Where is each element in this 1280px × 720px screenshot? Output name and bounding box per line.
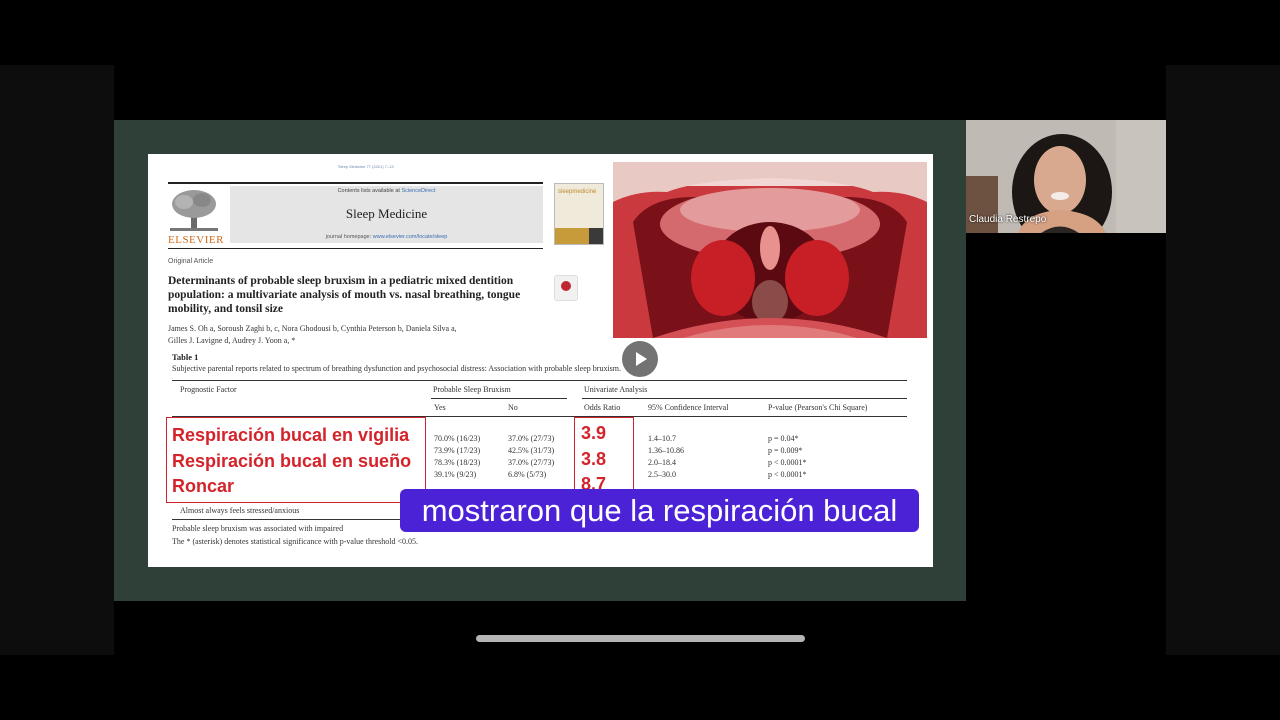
header-yes: Yes <box>434 403 446 412</box>
journal-banner: Contents lists available at ScienceDirec… <box>230 186 543 243</box>
highlight-odds-ratio: 3.9 <box>581 423 607 443</box>
contents-line: Contents lists available at ScienceDirec… <box>230 188 543 194</box>
left-letterbox <box>0 65 114 655</box>
highlight-label: Respiración bucal en sueño <box>172 451 412 471</box>
table-footnote: Probable sleep bruxism was associated wi… <box>172 524 344 533</box>
journal-reference: Sleep Medicine 77 (2021) 7–13 <box>338 164 394 169</box>
authors-line-2: Gilles J. Lavigne d, Audrey J. Yoon a, * <box>168 336 296 345</box>
table-footnote: The * (asterisk) denotes statistical sig… <box>172 537 418 546</box>
table-cell-ci: 2.5–30.0 <box>648 470 676 479</box>
table-top-rule <box>172 380 907 381</box>
play-icon <box>636 352 647 366</box>
table-caption: Subjective parental reports related to s… <box>172 364 622 373</box>
table-cell-p: p = 0.009* <box>768 446 803 455</box>
table-cell-no: 37.0% (27/73) <box>508 458 555 467</box>
table-cell-yes: 78.3% (18/23) <box>434 458 481 467</box>
contents-prefix: Contents lists available at <box>337 188 402 194</box>
table-cell-p: p < 0.0001* <box>768 470 807 479</box>
table-cell-p: p = 0.04* <box>768 434 799 443</box>
throat-photo <box>613 162 927 338</box>
table-cell-yes: 70.0% (16/23) <box>434 434 481 443</box>
journal-cover-thumbnail: sleepmedicine <box>554 183 604 245</box>
highlight-odds-ratio: 3.8 <box>581 449 607 469</box>
header-rule-bottom <box>168 248 543 249</box>
cover-title: sleepmedicine <box>558 189 597 195</box>
play-button[interactable] <box>622 341 658 377</box>
highlight-label: Roncar <box>172 476 235 496</box>
sciencedirect-link[interactable]: ScienceDirect <box>401 188 435 194</box>
header-odds-ratio: Odds Ratio <box>584 403 621 412</box>
table-number: Table 1 <box>172 352 199 362</box>
header-no: No <box>508 403 518 412</box>
homepage-prefix: journal homepage: <box>325 234 373 240</box>
subtitle-caption: mostraron que la respiración bucal <box>400 489 919 532</box>
table-row-label: Almost always feels stressed/anxious <box>180 506 300 515</box>
highlight-label: Respiración bucal en vigilia <box>172 425 410 445</box>
header-confidence-interval: 95% Confidence Interval <box>648 403 729 412</box>
home-indicator-bar[interactable] <box>476 635 805 642</box>
table-cell-ci: 1.4–10.7 <box>648 434 676 443</box>
table-cell-ci: 1.36–10.86 <box>648 446 684 455</box>
table-cell-p: p < 0.0001* <box>768 458 807 467</box>
analysis-rule <box>582 398 907 399</box>
header-probable-sleep-bruxism: Probable Sleep Bruxism <box>433 385 511 394</box>
authors-line-1: James S. Oh a, Soroush Zaghi b, c, Nora … <box>168 324 457 333</box>
article-type: Original Article <box>168 258 214 265</box>
article-title: Determinants of probable sleep bruxism i… <box>168 275 521 315</box>
homepage-line: journal homepage: www.elsevier.com/locat… <box>230 234 543 240</box>
table-cell-no: 37.0% (27/73) <box>508 434 555 443</box>
table-cell-ci: 2.0–18.4 <box>648 458 676 467</box>
header-univariate-analysis: Univariate Analysis <box>584 385 648 394</box>
group-rule <box>431 398 567 399</box>
author-list: James S. Oh a, Soroush Zaghi b, c, Nora … <box>168 323 558 347</box>
publisher-name: ELSEVIER <box>168 234 224 246</box>
header-prognostic-factor: Prognostic Factor <box>180 385 237 394</box>
table-cell-no: 6.8% (5/73) <box>508 470 547 479</box>
journal-title: Sleep Medicine <box>345 206 428 221</box>
header-rule <box>168 182 543 184</box>
crossmark-icon[interactable] <box>554 275 578 301</box>
table-cell-yes: 73.9% (17/23) <box>434 446 481 455</box>
table-cell-yes: 39.1% (9/23) <box>434 470 477 479</box>
right-letterbox <box>1166 65 1280 655</box>
header-p-value: P-value (Pearson's Chi Square) <box>768 403 868 412</box>
table-cell-no: 42.5% (31/73) <box>508 446 555 455</box>
homepage-link[interactable]: www.elsevier.com/locate/sleep <box>373 234 448 240</box>
participant-name: Claudia Restrepo <box>969 214 1047 225</box>
